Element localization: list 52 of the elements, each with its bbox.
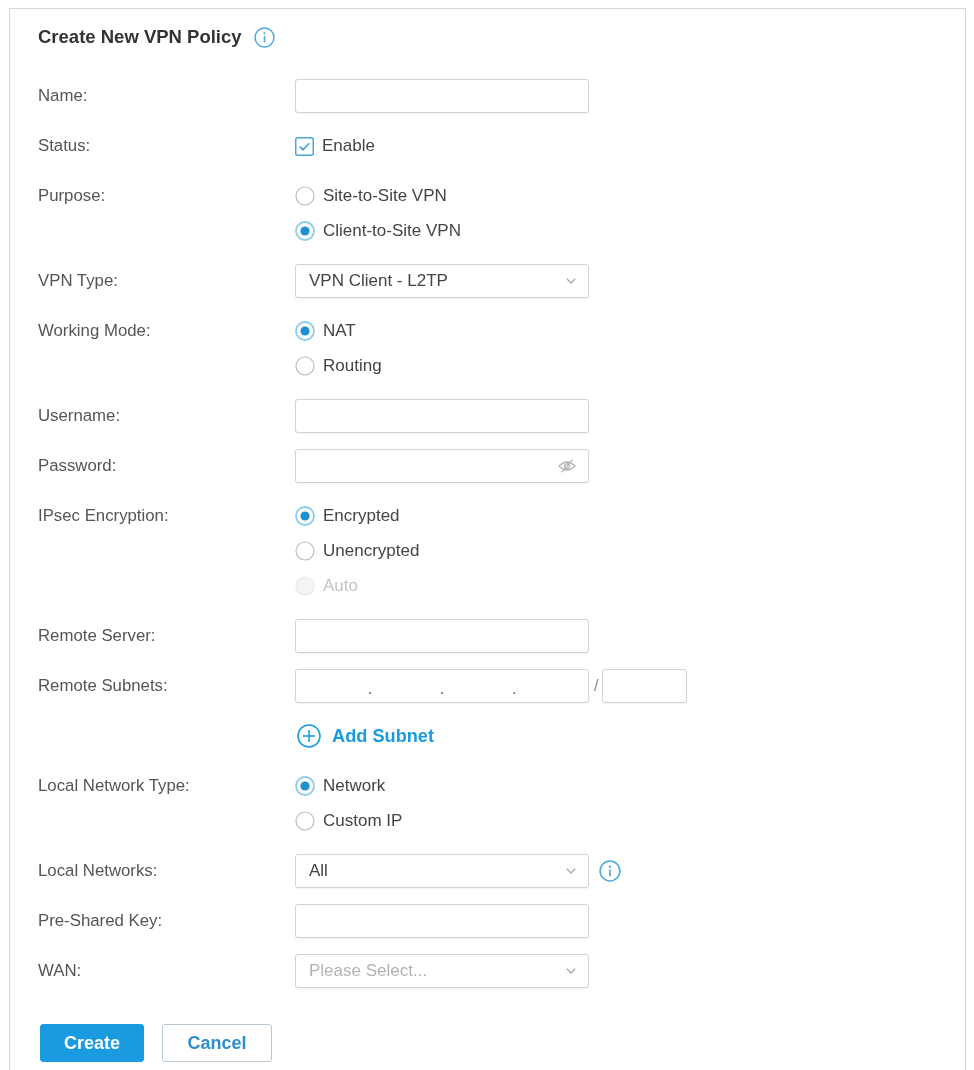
radio-label[interactable]: Routing xyxy=(323,356,382,376)
field-label: WAN: xyxy=(38,960,82,982)
plus-circle-icon xyxy=(297,724,321,748)
field-label: Local Networks: xyxy=(38,860,158,882)
field-label: Remote Server: xyxy=(38,625,156,647)
eye-slash-icon[interactable] xyxy=(558,459,576,473)
text-field[interactable] xyxy=(295,904,589,938)
radio-button[interactable] xyxy=(295,541,315,561)
radio-label[interactable]: Client-to-Site VPN xyxy=(323,221,461,241)
dropdown[interactable]: All xyxy=(295,854,589,888)
field-label: Purpose: xyxy=(38,185,106,207)
field-label: VPN Type: xyxy=(38,270,118,292)
radio-button[interactable] xyxy=(295,186,315,206)
radio-button[interactable] xyxy=(295,221,315,241)
form-title: Create New VPN Policy xyxy=(38,26,242,48)
field-label: Pre-Shared Key: xyxy=(38,910,163,932)
info-icon[interactable] xyxy=(253,26,275,48)
cancel-button[interactable]: Cancel xyxy=(162,1024,272,1062)
radio-label: Auto xyxy=(323,576,358,596)
field-label: Working Mode: xyxy=(38,320,151,342)
prefix-separator: / xyxy=(594,677,599,695)
radio-label[interactable]: Site-to-Site VPN xyxy=(323,186,447,206)
field-label: Status: xyxy=(38,135,91,157)
field-label: Password: xyxy=(38,455,117,477)
prefix-length-field[interactable] xyxy=(602,669,688,703)
field-label: Remote Subnets: xyxy=(38,675,168,697)
checkbox-label[interactable]: Enable xyxy=(322,136,375,156)
field-label: Local Network Type: xyxy=(38,775,190,797)
dropdown[interactable]: VPN Client - L2TP xyxy=(295,264,589,298)
chevron-down-icon xyxy=(566,968,576,974)
radio-label[interactable]: NAT xyxy=(323,321,356,341)
field-label: Username: xyxy=(38,405,121,427)
radio-button[interactable] xyxy=(295,506,315,526)
radio-label[interactable]: Unencrypted xyxy=(323,541,420,561)
info-icon[interactable] xyxy=(599,860,621,882)
field-label: IPsec Encryption: xyxy=(38,505,169,527)
radio-button[interactable] xyxy=(295,811,315,831)
radio-button[interactable] xyxy=(295,776,315,796)
field-label: Name: xyxy=(38,85,88,107)
password-field[interactable] xyxy=(295,449,589,483)
chevron-down-icon xyxy=(566,278,576,284)
radio-label[interactable]: Custom IP xyxy=(323,811,403,831)
ip-address-field[interactable]: . . . xyxy=(295,669,589,703)
radio-button[interactable] xyxy=(295,321,315,341)
text-field[interactable] xyxy=(295,79,589,113)
checkbox[interactable] xyxy=(295,136,314,156)
radio-label[interactable]: Encrypted xyxy=(323,506,400,526)
radio-button[interactable] xyxy=(295,356,315,376)
radio-label[interactable]: Network xyxy=(323,776,386,796)
text-field[interactable] xyxy=(295,399,589,433)
chevron-down-icon xyxy=(566,868,576,874)
text-field[interactable] xyxy=(295,619,589,653)
